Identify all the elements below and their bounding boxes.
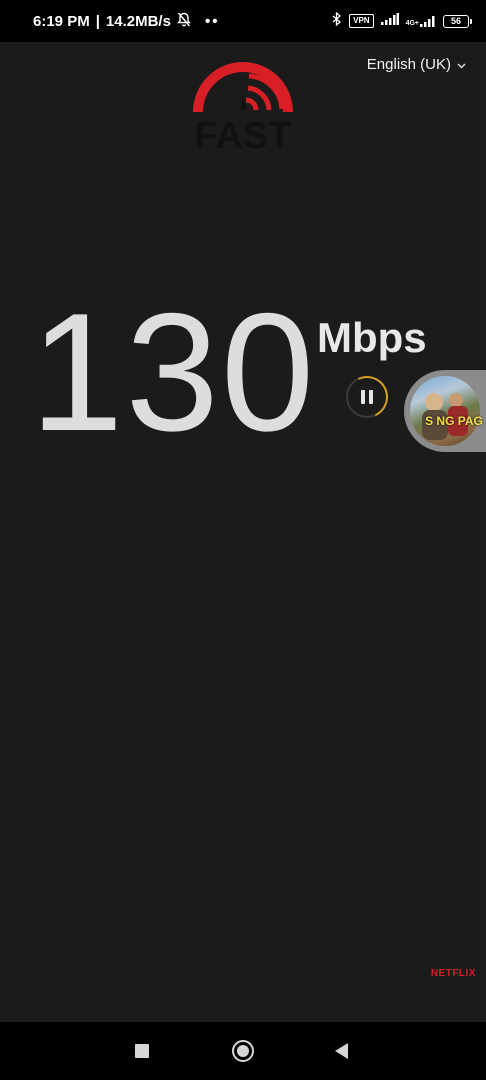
home-icon[interactable] [232,1040,254,1062]
pause-button[interactable] [346,376,388,418]
clock: 6:19 PM [33,12,90,30]
fast-logo: FAST [190,60,296,157]
more-notifications: •• [204,12,220,30]
speed-units: Mbps [317,314,427,361]
back-icon[interactable] [335,1043,348,1059]
video-thumbnail [410,376,480,446]
status-separator: | [95,12,100,30]
chevron-down-icon [457,56,466,73]
bluetooth-icon [332,11,342,31]
fast-app: English (UK) FAST 130 Mbps S NG PAG NETF… [0,42,486,1022]
status-right: VPN 4G+ 56 [332,11,472,31]
language-label: English (UK) [366,56,451,73]
language-selector[interactable]: English (UK) [367,56,466,73]
video-caption: S NG PAG [425,414,483,428]
status-left: 6:19 PM | 14.2MB/s •• [33,12,219,31]
logo-text: FAST [194,115,291,152]
bell-off-icon [177,12,191,31]
battery-level: 56 [443,14,469,28]
signal-4g-icon: 4G+ [406,15,436,27]
network-speed: 14.2MB/s [105,12,171,30]
signal-icon [380,12,399,30]
status-bar: 6:19 PM | 14.2MB/s •• VPN 4G+ 56 [0,0,486,42]
speed-value: 130 [30,278,317,466]
vpn-badge: VPN [349,14,374,28]
netflix-logo[interactable]: NETFLIX [431,968,476,979]
floating-video-bubble[interactable]: S NG PAG [404,370,486,452]
navigation-bar [0,1022,486,1080]
battery-icon: 56 [443,14,472,28]
pause-icon [361,390,373,404]
recent-apps-icon[interactable] [135,1044,149,1058]
